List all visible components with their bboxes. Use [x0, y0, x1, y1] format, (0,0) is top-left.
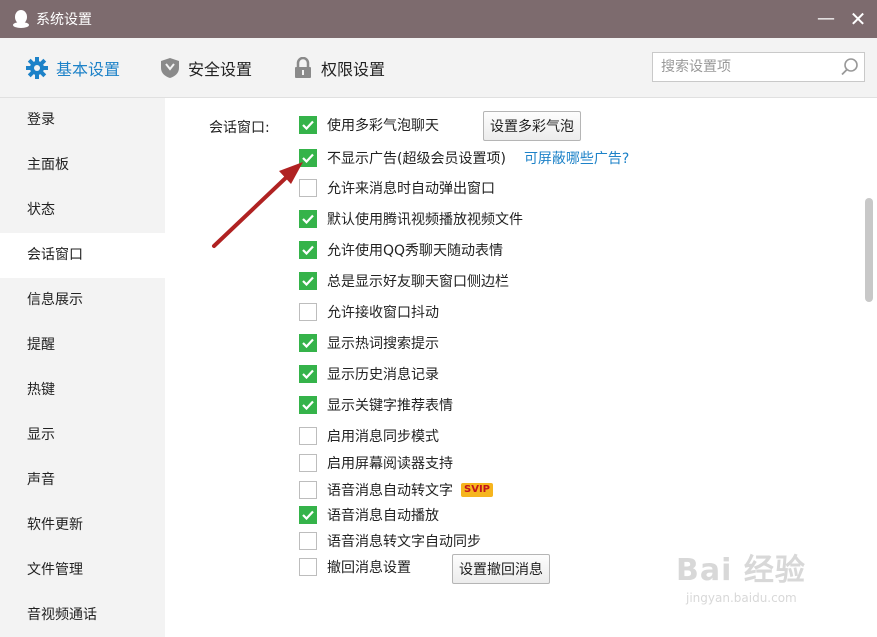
tab-label: 权限设置: [321, 60, 386, 79]
tab-permission-settings[interactable]: 权限设置: [293, 38, 385, 98]
checkbox[interactable]: [299, 303, 317, 321]
checkbox[interactable]: [299, 272, 317, 290]
checkbox[interactable]: [299, 506, 317, 524]
sidebar-item-main-panel[interactable]: 主面板: [0, 143, 165, 188]
option-tencent-video[interactable]: 默认使用腾讯视频播放视频文件: [299, 208, 523, 230]
section-label: 会话窗口:: [209, 120, 270, 136]
option-hot-search[interactable]: 显示热词搜索提示: [299, 332, 439, 354]
watermark-main: Bai 经验: [676, 553, 806, 588]
baidu-watermark: Bai 经验 jingyan.baidu.com: [676, 545, 806, 605]
ad-info-link[interactable]: 可屏蔽哪些广告?: [524, 148, 629, 168]
sidebar-item-info-display[interactable]: 信息展示: [0, 278, 165, 323]
scrollbar-thumb[interactable]: [865, 198, 873, 302]
close-button[interactable]: ✕: [847, 8, 869, 30]
top-nav: 基本设置 安全设置 权限设置: [0, 38, 877, 98]
sidebar-item-software-update[interactable]: 软件更新: [0, 503, 165, 548]
set-bubble-button[interactable]: 设置多彩气泡: [483, 111, 581, 141]
checkmark-icon: [302, 400, 314, 410]
checkmark-icon: [302, 214, 314, 224]
checkbox[interactable]: [299, 210, 317, 228]
checkbox[interactable]: [299, 481, 317, 499]
option-history[interactable]: 显示历史消息记录: [299, 363, 439, 385]
window-title: 系统设置: [36, 12, 92, 28]
option-show-sidebar[interactable]: 总是显示好友聊天窗口侧边栏: [299, 270, 509, 292]
tab-label: 安全设置: [188, 60, 253, 79]
checkbox[interactable]: [299, 334, 317, 352]
watermark-sub: jingyan.baidu.com: [686, 591, 797, 605]
shield-icon: [161, 58, 179, 78]
checkbox[interactable]: [299, 116, 317, 134]
checkmark-icon: [302, 510, 314, 520]
option-voice-text-sync[interactable]: 语音消息转文字自动同步: [299, 530, 481, 552]
option-sync-mode[interactable]: 启用消息同步模式: [299, 425, 439, 447]
set-recall-button[interactable]: 设置撤回消息: [452, 554, 550, 584]
svip-badge: SVIP: [461, 483, 493, 497]
option-window-shake[interactable]: 允许接收窗口抖动: [299, 301, 439, 323]
option-voice-to-text[interactable]: 语音消息自动转文字 SVIP: [299, 479, 493, 501]
search-input[interactable]: [653, 53, 836, 81]
checkmark-icon: [302, 245, 314, 255]
sidebar-item-av-call[interactable]: 音视频通话: [0, 593, 165, 637]
checkmark-icon: [302, 338, 314, 348]
checkmark-icon: [302, 276, 314, 286]
sidebar-item-file-management[interactable]: 文件管理: [0, 548, 165, 593]
tab-security-settings[interactable]: 安全设置: [160, 38, 252, 98]
checkbox[interactable]: [299, 454, 317, 472]
checkbox[interactable]: [299, 149, 317, 167]
checkbox[interactable]: [299, 241, 317, 259]
option-qq-show-emoji[interactable]: 允许使用QQ秀聊天随动表情: [299, 239, 503, 261]
gear-icon: [26, 57, 48, 79]
sidebar-item-status[interactable]: 状态: [0, 188, 165, 233]
checkbox[interactable]: [299, 532, 317, 550]
checkbox[interactable]: [299, 427, 317, 445]
option-screen-reader[interactable]: 启用屏幕阅读器支持: [299, 452, 453, 474]
option-voice-autoplay[interactable]: 语音消息自动播放: [299, 504, 439, 526]
checkbox[interactable]: [299, 365, 317, 383]
checkmark-icon: [302, 153, 314, 163]
option-recall-message[interactable]: 撤回消息设置: [299, 556, 411, 578]
title-bar: 系统设置 — ✕: [0, 0, 877, 38]
sidebar-item-display[interactable]: 显示: [0, 413, 165, 458]
checkmark-icon: [302, 369, 314, 379]
checkbox[interactable]: [299, 179, 317, 197]
sidebar-item-chat-window[interactable]: 会话窗口: [0, 233, 165, 278]
search-icon[interactable]: [836, 53, 864, 81]
option-auto-popup[interactable]: 允许来消息时自动弹出窗口: [299, 177, 495, 199]
option-hide-ads[interactable]: 不显示广告(超级会员设置项) 可屏蔽哪些广告?: [299, 147, 629, 169]
checkbox[interactable]: [299, 396, 317, 414]
checkbox[interactable]: [299, 558, 317, 576]
minimize-button[interactable]: —: [815, 8, 837, 30]
sidebar-item-sound[interactable]: 声音: [0, 458, 165, 503]
tab-basic-settings[interactable]: 基本设置: [26, 38, 120, 98]
sidebar: 登录 主面板 状态 会话窗口 信息展示 提醒 热键 显示 声音 软件更新 文件管…: [0, 98, 165, 637]
option-keyword-emoji[interactable]: 显示关键字推荐表情: [299, 394, 453, 416]
checkmark-icon: [302, 120, 314, 130]
sidebar-item-login[interactable]: 登录: [0, 98, 165, 143]
qq-penguin-icon: [13, 10, 29, 28]
option-colorful-bubble[interactable]: 使用多彩气泡聊天: [299, 114, 439, 136]
sidebar-item-reminder[interactable]: 提醒: [0, 323, 165, 368]
sidebar-item-hotkeys[interactable]: 热键: [0, 368, 165, 413]
search-box: [652, 52, 865, 82]
tab-label: 基本设置: [56, 60, 121, 79]
lock-icon: [295, 57, 311, 78]
